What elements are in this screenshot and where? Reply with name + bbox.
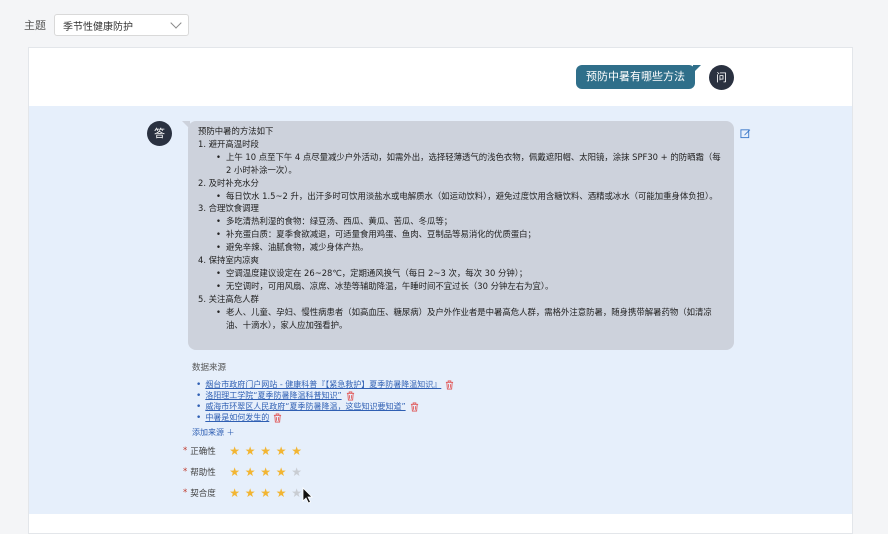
- star-icon[interactable]: ★: [245, 487, 261, 499]
- required-mark: *: [183, 467, 188, 477]
- section-title: 3. 合理饮食调理: [198, 203, 259, 214]
- answer-section: 2. 及时补充水分 每日饮水 1.5~2 升，出汗多时可饮用淡盐水或电解质水（如…: [198, 177, 724, 203]
- source-link[interactable]: 威海市环翠区人民政府“夏季防暑降温，这些知识要知道”: [205, 401, 405, 412]
- section-bullet: 多吃清热利湿的食物：绿豆汤、西瓜、黄瓜、苦瓜、冬瓜等；: [216, 215, 724, 228]
- star-rating: ★ ★ ★ ★ ★: [229, 466, 307, 478]
- star-icon[interactable]: ★: [276, 466, 292, 478]
- sources-section: 数据来源 • 烟台市政府门户网站 - 健康科普『【紧急救护】夏季防暑降温知识』 …: [192, 361, 454, 438]
- trash-icon[interactable]: [273, 413, 282, 423]
- star-icon[interactable]: ★: [291, 445, 307, 457]
- star-icon[interactable]: ★: [245, 466, 261, 478]
- question-area: 预防中暑有哪些方法 问: [29, 48, 852, 106]
- rating-row: * 帮助性 ★ ★ ★ ★ ★: [183, 466, 307, 478]
- trash-icon[interactable]: [445, 380, 454, 390]
- section-bullet: 避免辛辣、油腻食物，减少身体产热。: [216, 241, 724, 254]
- section-bullet: 补充蛋白质：夏季食欲减退，可适量食用鸡蛋、鱼肉、豆制品等易消化的优质蛋白；: [216, 228, 724, 241]
- topic-select[interactable]: 季节性健康防护: [54, 14, 189, 36]
- star-icon[interactable]: ★: [245, 445, 261, 457]
- question-avatar: 问: [709, 65, 734, 90]
- rating-label: 正确性: [190, 447, 216, 457]
- topic-row: 主题 季节性健康防护: [24, 14, 189, 36]
- star-icon[interactable]: ★: [229, 466, 245, 478]
- star-icon[interactable]: ★: [276, 487, 292, 499]
- star-icon[interactable]: ★: [260, 487, 276, 499]
- chat-panel: 预防中暑有哪些方法 问 答 预防中暑的方法如下 1. 避开高温时段 上午 10 …: [28, 47, 853, 534]
- rating-label: 契合度: [190, 489, 216, 499]
- section-bullet: 无空调时，可用风扇、凉席、冰垫等辅助降温，午睡时间不宜过长（30 分钟左右为宜）…: [216, 280, 724, 293]
- answer-section: 1. 避开高温时段 上午 10 点至下午 4 点尽量减少户外活动，如需外出，选择…: [198, 138, 724, 177]
- ratings-section: * 正确性 ★ ★ ★ ★ ★ * 帮助性 ★ ★ ★ ★ ★ * 契合度 ★ ★ ★ ★ ★: [183, 445, 307, 508]
- add-source-button[interactable]: 添加来源 ＋: [192, 427, 454, 438]
- topic-select-value: 季节性健康防护: [63, 21, 133, 33]
- star-icon[interactable]: ★: [260, 466, 276, 478]
- star-icon[interactable]: ★: [229, 445, 245, 457]
- trash-icon[interactable]: [346, 391, 355, 401]
- answer-area: 答 预防中暑的方法如下 1. 避开高温时段 上午 10 点至下午 4 点尽量减少…: [29, 106, 852, 514]
- section-bullet: 老人、儿童、孕妇、慢性病患者（如高血压、糖尿病）及户外作业者是中暑高危人群，需格…: [216, 306, 724, 332]
- answer-section: 5. 关注高危人群 老人、儿童、孕妇、慢性病患者（如高血压、糖尿病）及户外作业者…: [198, 293, 724, 332]
- source-item: • 烟台市政府门户网站 - 健康科普『【紧急救护】夏季防暑降温知识』: [196, 379, 454, 390]
- rating-row: * 契合度 ★ ★ ★ ★ ★: [183, 487, 307, 499]
- section-bullet: 上午 10 点至下午 4 点尽量减少户外活动，如需外出，选择轻薄透气的浅色衣物，…: [216, 151, 724, 177]
- star-rating: ★ ★ ★ ★ ★: [229, 445, 307, 457]
- question-bubble: 预防中暑有哪些方法: [576, 65, 701, 89]
- section-title: 5. 关注高危人群: [198, 293, 259, 304]
- section-bullet: 空调温度建议设定在 26~28℃，定期通风换气（每日 2~3 次，每次 30 分…: [216, 267, 724, 280]
- required-mark: *: [183, 446, 188, 456]
- section-bullet: 每日饮水 1.5~2 升，出汗多时可饮用淡盐水或电解质水（如运动饮料），避免过度…: [216, 190, 724, 203]
- source-link[interactable]: 中暑是如何发生的: [205, 412, 269, 423]
- bullet-dot: •: [196, 390, 202, 401]
- answer-section: 4. 保持室内凉爽 空调温度建议设定在 26~28℃，定期通风换气（每日 2~3…: [198, 254, 724, 293]
- sources-title: 数据来源: [192, 363, 227, 373]
- rating-label: 帮助性: [190, 468, 216, 478]
- source-item: • 洛阳理工学院“夏季防暑降温科普知识”: [196, 390, 454, 401]
- star-icon[interactable]: ★: [229, 487, 245, 499]
- mouse-cursor-icon: [302, 487, 313, 504]
- star-icon[interactable]: ★: [276, 445, 292, 457]
- topic-label: 主题: [24, 19, 46, 32]
- trash-icon[interactable]: [410, 402, 419, 412]
- edit-icon[interactable]: [740, 128, 751, 139]
- section-title: 2. 及时补充水分: [198, 177, 259, 188]
- chevron-down-icon: [170, 17, 182, 29]
- star-icon[interactable]: ★: [260, 445, 276, 457]
- source-item: • 威海市环翠区人民政府“夏季防暑降温，这些知识要知道”: [196, 401, 454, 412]
- bullet-dot: •: [196, 401, 202, 412]
- required-mark: *: [183, 488, 188, 498]
- answer-bubble: 预防中暑的方法如下 1. 避开高温时段 上午 10 点至下午 4 点尽量减少户外…: [182, 121, 734, 350]
- answer-intro: 预防中暑的方法如下: [198, 126, 274, 136]
- bullet-dot: •: [196, 379, 202, 390]
- source-link[interactable]: 洛阳理工学院“夏季防暑降温科普知识”: [205, 390, 341, 401]
- source-link[interactable]: 烟台市政府门户网站 - 健康科普『【紧急救护】夏季防暑降温知识』: [205, 379, 441, 390]
- answer-avatar: 答: [147, 121, 172, 146]
- bullet-dot: •: [196, 412, 202, 423]
- section-title: 4. 保持室内凉爽: [198, 255, 259, 266]
- source-item: • 中暑是如何发生的: [196, 412, 454, 423]
- star-icon[interactable]: ★: [291, 466, 307, 478]
- section-title: 1. 避开高温时段: [198, 138, 259, 149]
- star-rating: ★ ★ ★ ★ ★: [229, 487, 307, 499]
- answer-section: 3. 合理饮食调理 多吃清热利湿的食物：绿豆汤、西瓜、黄瓜、苦瓜、冬瓜等； 补充…: [198, 202, 724, 254]
- rating-row: * 正确性 ★ ★ ★ ★ ★: [183, 445, 307, 457]
- answer-sections: 1. 避开高温时段 上午 10 点至下午 4 点尽量减少户外活动，如需外出，选择…: [198, 138, 724, 332]
